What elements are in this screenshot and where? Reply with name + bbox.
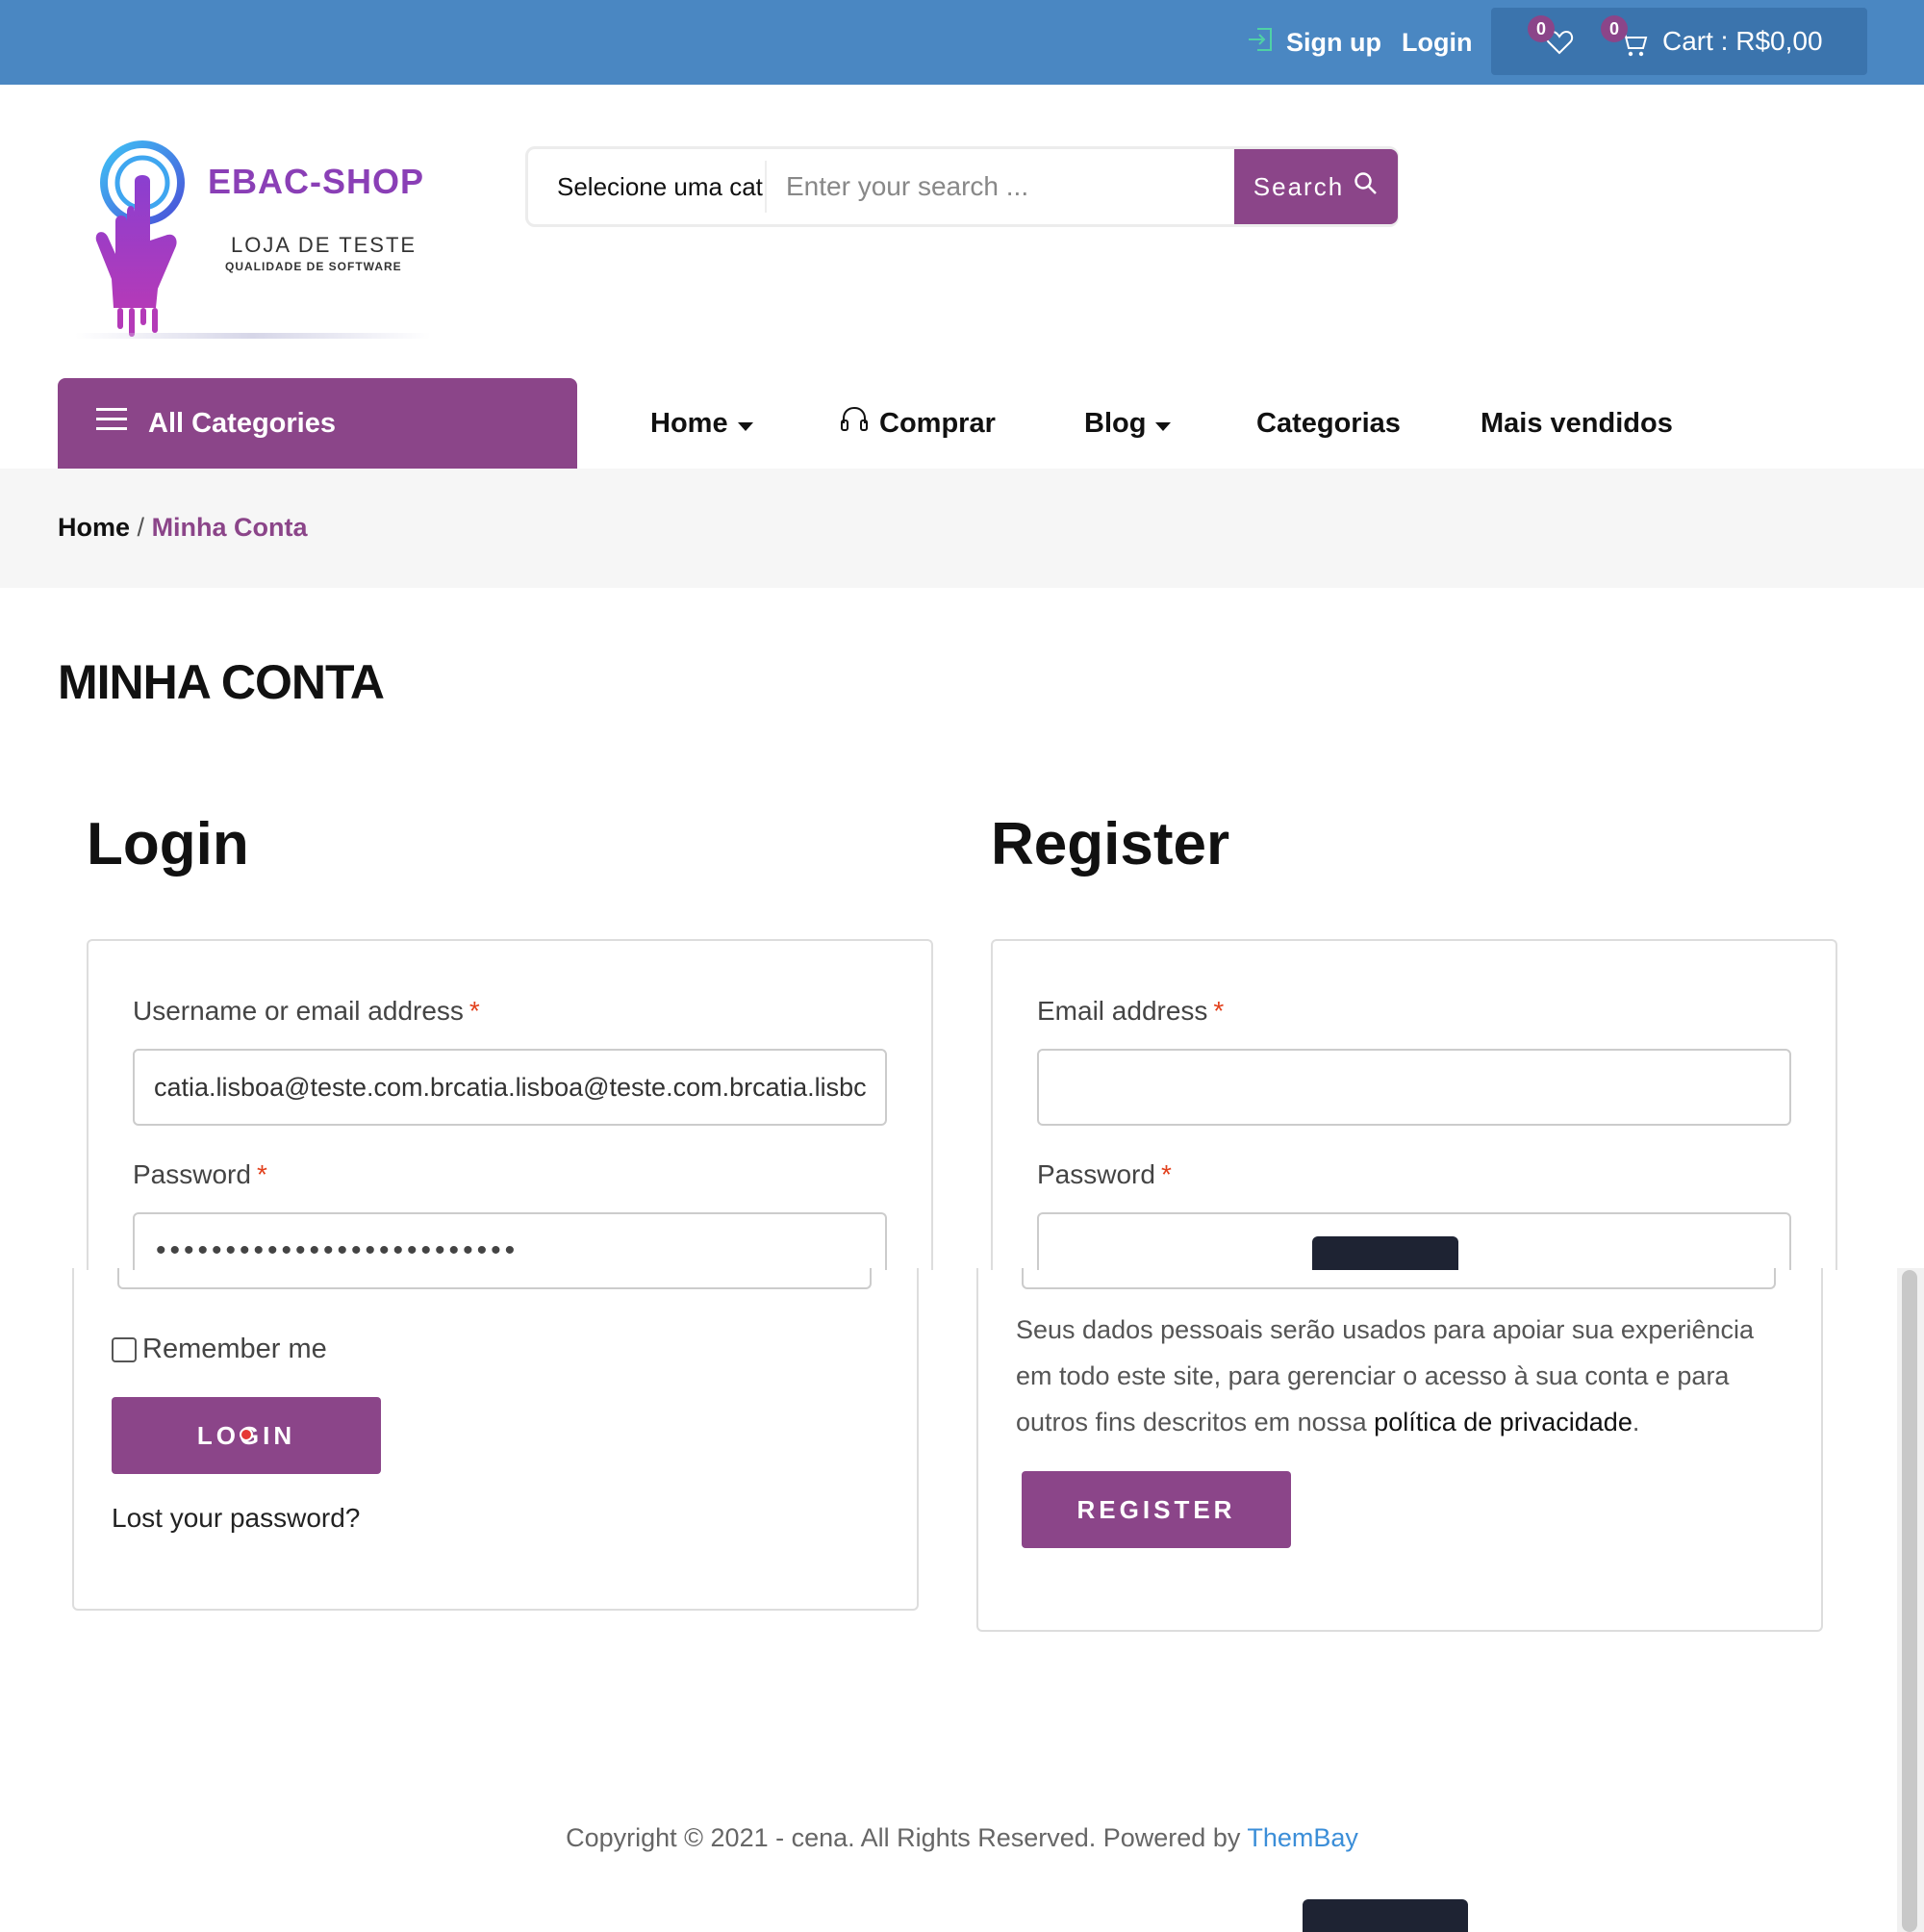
breadcrumb: Home / Minha Conta <box>58 513 308 543</box>
breadcrumb-current: Minha Conta <box>151 513 308 542</box>
password-label-text: Password <box>133 1159 251 1189</box>
site-logo[interactable]: EBAC-SHOP LOJA DE TESTE QUALIDADE DE SOF… <box>75 135 441 346</box>
caret-down-icon <box>1155 408 1172 440</box>
thembay-link[interactable]: ThemBay <box>1247 1823 1358 1852</box>
search-bar: Selecione uma cat Search <box>525 146 1399 227</box>
logo-hand-icon <box>95 140 185 337</box>
search-divider <box>765 161 767 213</box>
remember-me[interactable]: Remember me <box>112 1334 327 1365</box>
footer-copyright: Copyright © 2021 - cena. All Rights Rese… <box>0 1823 1924 1853</box>
logo-title: EBAC-SHOP <box>208 162 425 201</box>
privacy-policy-link[interactable]: política de privacidade <box>1374 1408 1633 1436</box>
cart-total[interactable]: Cart : R$0,00 <box>1662 22 1823 61</box>
nav-item-mais-vendidos[interactable]: Mais vendidos <box>1481 404 1673 443</box>
required-mark: * <box>1160 1159 1172 1189</box>
password-label: Password * <box>133 1159 267 1190</box>
cart-box[interactable]: 0 0 Cart : R$0,00 <box>1491 8 1867 75</box>
signup-label: Sign up <box>1286 27 1381 57</box>
email-label-text: Email address <box>1037 996 1208 1026</box>
password-value: •••••••••••••••••••••••••• <box>156 1234 519 1266</box>
lost-password-link[interactable]: Lost your password? <box>112 1503 360 1534</box>
copyright-text: Copyright © 2021 - cena. All Rights Rese… <box>566 1823 1248 1852</box>
remember-label: Remember me <box>142 1334 327 1364</box>
email-label: Email address * <box>1037 996 1224 1027</box>
username-label-text: Username or email address <box>133 996 464 1026</box>
email-input[interactable] <box>1037 1049 1791 1126</box>
username-input[interactable] <box>133 1049 887 1126</box>
register-password-input-lower[interactable] <box>1022 1268 1776 1289</box>
register-password-label-text: Password <box>1037 1159 1155 1189</box>
headset-icon <box>839 404 870 443</box>
top-bar: Sign up Login 0 0 Cart : R$0,00 <box>0 0 1924 85</box>
all-categories-button[interactable]: All Categories <box>58 378 577 469</box>
required-mark: * <box>468 996 480 1026</box>
logo-subtitle: LOJA DE TESTE <box>231 233 418 257</box>
search-button-label: Search <box>1253 171 1345 201</box>
login-link[interactable]: Login <box>1402 23 1472 62</box>
username-label: Username or email address * <box>133 996 480 1027</box>
category-select[interactable]: Selecione uma cat <box>557 149 763 224</box>
nav-item-label: Categorias <box>1256 407 1401 439</box>
nav-item-home[interactable]: Home <box>650 404 753 443</box>
password-input-lower[interactable] <box>117 1268 872 1289</box>
nav-item-blog[interactable]: Blog <box>1084 404 1172 443</box>
login-label: Login <box>1402 27 1473 57</box>
register-title: Register <box>991 811 1230 877</box>
register-password-label: Password * <box>1037 1159 1172 1190</box>
nav-item-categorias[interactable]: Categorias <box>1256 404 1401 443</box>
nav-item-label: Mais vendidos <box>1481 407 1673 439</box>
register-button[interactable]: REGISTER <box>1022 1471 1291 1548</box>
login-title: Login <box>87 811 249 877</box>
cursor-indicator <box>240 1428 253 1441</box>
logo-underline <box>75 333 431 339</box>
search-button[interactable]: Search <box>1234 149 1398 224</box>
caret-down-icon <box>737 408 753 440</box>
signup-icon <box>1246 25 1275 61</box>
password-input[interactable]: •••••••••••••••••••••••••• <box>133 1212 887 1270</box>
wishlist-count-badge: 0 <box>1528 15 1555 42</box>
cart-count-badge: 0 <box>1601 15 1628 42</box>
all-categories-label: All Categories <box>148 407 336 439</box>
logo-tagline: QUALIDADE DE SOFTWARE <box>225 260 402 273</box>
privacy-text: Seus dados pessoais serão usados para ap… <box>1016 1307 1785 1445</box>
page-title: MINHA CONTA <box>58 655 385 709</box>
nav-item-label: Blog <box>1084 407 1147 439</box>
search-input[interactable] <box>786 157 1248 216</box>
breadcrumb-home[interactable]: Home <box>58 513 130 542</box>
required-mark: * <box>1213 996 1225 1026</box>
nav-item-label: Comprar <box>879 407 996 439</box>
privacy-text-end: . <box>1632 1408 1640 1436</box>
floating-widget-tab[interactable] <box>1303 1899 1468 1932</box>
breadcrumb-separator: / <box>137 513 145 542</box>
required-mark: * <box>256 1159 267 1189</box>
password-meter-tab <box>1312 1236 1458 1270</box>
search-icon <box>1354 171 1379 203</box>
remember-checkbox[interactable] <box>112 1336 137 1362</box>
nav-item-label: Home <box>650 407 728 439</box>
nav-item-comprar[interactable]: Comprar <box>839 404 996 443</box>
signup-link[interactable]: Sign up <box>1246 23 1381 62</box>
scrollbar-thumb[interactable] <box>1902 1270 1917 1932</box>
hamburger-icon <box>96 407 127 440</box>
